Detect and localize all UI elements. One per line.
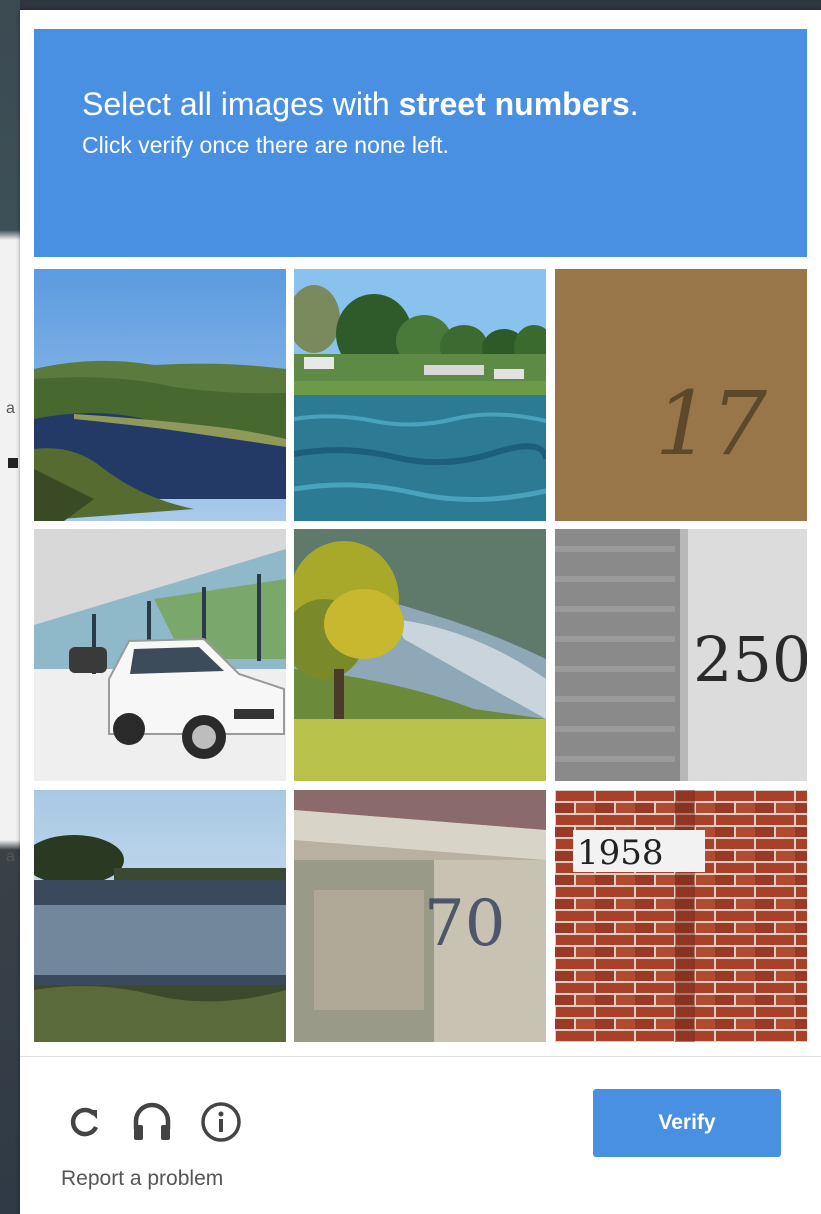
image-tile-7[interactable]: [34, 790, 286, 1042]
footer-divider: [20, 1056, 821, 1057]
lake-reflection-image: [34, 790, 286, 1042]
instruction-header: Select all images with street numbers. C…: [34, 29, 807, 257]
lakeshore-image: [294, 269, 546, 521]
tree-lake-image: [294, 529, 546, 781]
captcha-dialog: Select all images with street numbers. C…: [20, 10, 821, 1214]
lake-valley-image: [34, 269, 286, 521]
instruction-title: Select all images with street numbers.: [82, 84, 807, 124]
background-text-fragment: a: [6, 848, 15, 865]
car-showroom-image: [34, 529, 286, 781]
info-icon[interactable]: [200, 1101, 242, 1143]
image-tile-4[interactable]: [34, 529, 286, 781]
street-number-image: 70: [294, 790, 546, 1042]
street-number-text: 1958: [577, 833, 664, 873]
street-number-image: 17: [555, 269, 807, 521]
headphones-icon[interactable]: [131, 1101, 173, 1143]
street-number-image: 250: [555, 529, 807, 781]
instruction-prefix: Select all images with: [82, 86, 399, 122]
report-problem-link[interactable]: Report a problem: [61, 1167, 223, 1191]
street-number-text: 250: [693, 623, 807, 696]
image-tile-5[interactable]: [294, 529, 546, 781]
instruction-target: street numbers: [398, 86, 630, 122]
background-text-fragment: a: [6, 400, 15, 417]
image-tile-6[interactable]: 250: [555, 529, 807, 781]
street-number-image: 1958: [555, 790, 807, 1042]
street-number-text: 17: [655, 372, 767, 475]
background-mark: [8, 458, 18, 468]
image-tile-1[interactable]: [34, 269, 286, 521]
reload-icon[interactable]: [64, 1101, 106, 1143]
image-grid: 17 250 70 1958: [34, 269, 807, 1042]
image-tile-8[interactable]: 70: [294, 790, 546, 1042]
instruction-suffix: .: [629, 86, 639, 122]
page-top-edge: [0, 0, 821, 10]
instruction-subtext: Click verify once there are none left.: [82, 132, 449, 158]
image-tile-9[interactable]: 1958: [555, 790, 807, 1042]
image-tile-3[interactable]: 17: [555, 269, 807, 521]
background-page: a a: [0, 0, 20, 1214]
image-tile-2[interactable]: [294, 269, 546, 521]
verify-button[interactable]: Verify: [593, 1089, 781, 1157]
street-number-text: 70: [424, 887, 505, 961]
